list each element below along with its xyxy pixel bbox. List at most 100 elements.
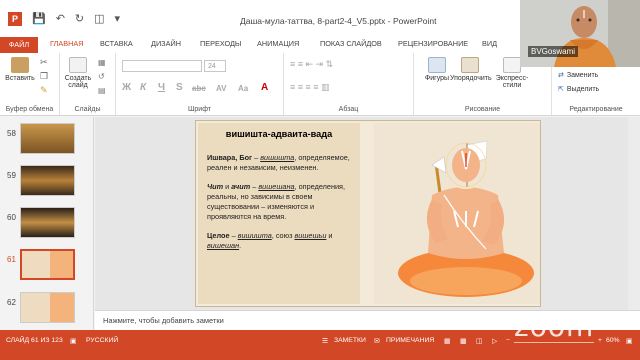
shapes-icon: [428, 57, 446, 73]
quick-styles-label-2: стили: [502, 82, 522, 89]
new-slide-label-2: слайд: [68, 82, 88, 89]
slide-thumbnails-pane[interactable]: 58 59 60 61 62: [0, 117, 94, 330]
layout-icon[interactable]: ▦: [98, 58, 106, 67]
replace-button[interactable]: ⇄ Заменить: [558, 71, 599, 80]
clipboard-icon: [11, 57, 29, 73]
customize-toolbar-icon[interactable]: ▾: [115, 13, 121, 25]
copy-icon[interactable]: ❐: [40, 71, 48, 82]
zoom-watermark: zoom: [514, 310, 595, 343]
thumbnail-image: [20, 123, 75, 154]
bullets-icon[interactable]: ≡ ≡ ⇤ ⇥ ⇅: [290, 59, 333, 70]
paste-label: Вставить: [5, 75, 35, 82]
vertical-scrollbar[interactable]: [628, 117, 640, 310]
quick-styles-icon: [503, 57, 521, 73]
format-painter-icon[interactable]: ✎: [40, 85, 48, 96]
spacing-button[interactable]: AV: [216, 84, 227, 93]
arrange-button[interactable]: Упорядочить: [450, 57, 492, 82]
slide-editing-area[interactable]: вишишта-адваита-вада Ишвара, Бог – вишиш…: [95, 117, 640, 310]
align-icon[interactable]: ≡ ≡ ≡ ≡ ▥: [290, 82, 330, 93]
bold-button[interactable]: Ж: [122, 82, 131, 93]
fit-to-window-icon[interactable]: ▣: [626, 337, 632, 345]
replace-icon: ⇄: [558, 72, 564, 79]
shapes-label: Фигуры: [424, 75, 450, 82]
save-icon[interactable]: 💾: [32, 13, 46, 25]
slide-sorter-icon[interactable]: ▩: [460, 337, 466, 345]
select-label: Выделить: [566, 85, 600, 93]
normal-view-icon[interactable]: ▦: [444, 337, 450, 345]
slide-paragraph-2[interactable]: Чит и ачит – вишешана, определения, реал…: [207, 182, 351, 222]
paragraph-group-label: Абзац: [338, 106, 359, 113]
ramanuja-illustration: [374, 123, 540, 304]
notes-placeholder[interactable]: Нажмите, чтобы добавить заметки: [103, 316, 224, 325]
slideshow-view-icon[interactable]: ▷: [492, 337, 497, 345]
drawing-group-label: Рисование: [464, 106, 501, 113]
select-button[interactable]: ⇱ Выделить: [558, 85, 600, 94]
slide-paragraph-1[interactable]: Ишвара, Бог – вишишта, определяемое, реа…: [207, 153, 351, 173]
new-slide-button[interactable]: Создать слайд: [63, 57, 93, 89]
editing-group-label: Редактирование: [569, 106, 623, 113]
paste-button[interactable]: Вставить: [4, 57, 36, 82]
underline-button[interactable]: Ч: [158, 82, 165, 93]
slide-text-panel[interactable]: вишишта-адваита-вада Ишвара, Бог – вишиш…: [198, 123, 360, 304]
reading-view-icon[interactable]: ◫: [476, 337, 482, 345]
slides-group: Создать слайд ▦ ↺ ▤ Слайды: [60, 53, 116, 115]
zoom-out-icon[interactable]: −: [506, 337, 510, 344]
font-size-input[interactable]: 24: [204, 60, 226, 72]
thumbnail-image: [20, 165, 75, 196]
italic-button[interactable]: К: [140, 82, 146, 93]
thumbnail-slide-60[interactable]: 60: [0, 207, 94, 241]
slide-paragraph-3[interactable]: Целое – вишишта, союз вишешьи и вишешан.: [207, 231, 351, 251]
thumbnail-number: 59: [7, 171, 16, 180]
tab-insert[interactable]: ВСТАВКА: [100, 39, 133, 48]
tab-file[interactable]: ФАЙЛ: [0, 37, 38, 53]
notes-toggle-icon[interactable]: ☰: [322, 337, 328, 345]
font-name-input[interactable]: [122, 60, 202, 72]
font-group: 24 Ж К Ч S abc AV Aa A Шрифт: [116, 53, 284, 115]
thumbnail-slide-61[interactable]: 61: [0, 249, 94, 283]
language-indicator-icon[interactable]: ▣: [70, 337, 76, 345]
notes-toggle-button[interactable]: ЗАМЕТКИ: [334, 337, 366, 344]
current-slide[interactable]: вишишта-адваита-вада Ишвара, Бог – вишиш…: [195, 120, 541, 307]
zoom-in-icon[interactable]: +: [598, 337, 602, 344]
powerpoint-window: P 💾 ↶ ↻ ◫ ▾ Даша-мула-таттва, 8-part2-4_…: [0, 0, 640, 360]
tab-home[interactable]: ГЛАВНАЯ: [50, 39, 83, 48]
paragraph-group: ≡ ≡ ⇤ ⇥ ⇅ ≡ ≡ ≡ ≡ ▥ Абзац: [284, 53, 414, 115]
strikethrough-button[interactable]: abc: [192, 84, 206, 93]
tab-review[interactable]: РЕЦЕНЗИРОВАНИЕ: [398, 39, 468, 48]
tab-design[interactable]: ДИЗАЙН: [151, 39, 181, 48]
tab-transitions[interactable]: ПЕРЕХОДЫ: [200, 39, 241, 48]
cut-icon[interactable]: ✂: [40, 57, 48, 68]
font-color-icon[interactable]: A: [261, 82, 268, 93]
comments-button[interactable]: ПРИМЕЧАНИЯ: [386, 337, 434, 344]
shapes-button[interactable]: Фигуры: [420, 57, 454, 82]
thumbnail-number: 61: [7, 255, 16, 264]
replace-label: Заменить: [566, 71, 599, 79]
thumbnail-number: 60: [7, 213, 16, 222]
ribbon-tabs: ФАЙЛ ГЛАВНАЯ ВСТАВКА ДИЗАЙН ПЕРЕХОДЫ АНИ…: [0, 37, 520, 53]
participant-name: BVGoswami: [528, 46, 579, 57]
thumbnail-image: [20, 249, 75, 280]
tab-slideshow[interactable]: ПОКАЗ СЛАЙДОВ: [320, 39, 382, 48]
thumbnail-slide-58[interactable]: 58: [0, 123, 94, 157]
quick-styles-label-1: Экспресс-: [495, 75, 529, 82]
powerpoint-logo-icon: P: [8, 12, 22, 26]
section-icon[interactable]: ▤: [98, 86, 106, 95]
thumbnail-image: [20, 207, 75, 238]
slides-group-label: Слайды: [74, 106, 101, 113]
tab-animation[interactable]: АНИМАЦИЯ: [257, 39, 299, 48]
language-indicator[interactable]: РУССКИЙ: [86, 337, 118, 344]
change-case-button[interactable]: Aa: [238, 84, 248, 93]
start-slideshow-icon[interactable]: ◫: [94, 13, 104, 25]
slide-title[interactable]: вишишта-адваита-вада: [207, 129, 351, 139]
quick-access-toolbar: P 💾 ↶ ↻ ◫ ▾: [8, 12, 120, 26]
comments-icon[interactable]: ✉: [374, 337, 380, 345]
redo-icon[interactable]: ↻: [75, 13, 84, 25]
arrange-label: Упорядочить: [450, 75, 492, 82]
shadow-button[interactable]: S: [176, 82, 183, 93]
zoom-level[interactable]: 60%: [606, 337, 620, 344]
thumbnail-slide-59[interactable]: 59: [0, 165, 94, 199]
thumbnail-slide-62[interactable]: 62: [0, 292, 94, 326]
tab-view[interactable]: ВИД: [482, 39, 497, 48]
undo-icon[interactable]: ↶: [56, 13, 65, 25]
reset-icon[interactable]: ↺: [98, 72, 105, 81]
